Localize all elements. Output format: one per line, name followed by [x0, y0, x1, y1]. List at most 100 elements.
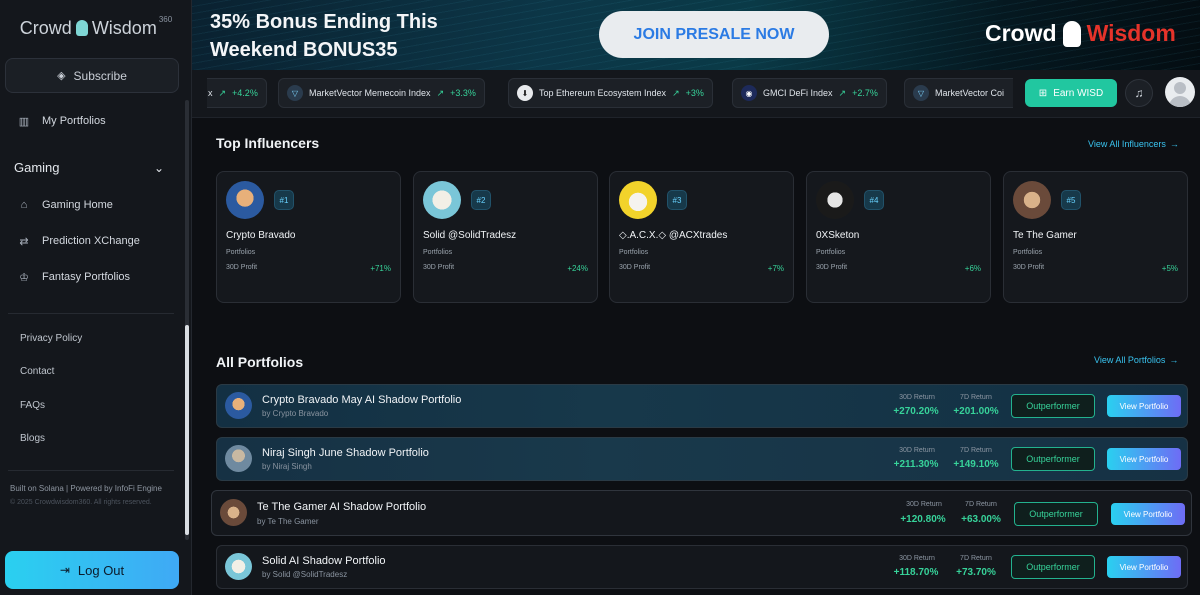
exchange-icon: ⇄ [19, 235, 29, 248]
influencer-sub: Portfolios [619, 249, 649, 256]
logout-button[interactable]: ⇥ Log Out [5, 551, 179, 589]
avatar-head [1174, 82, 1186, 94]
top-influencers-title: Top Influencers [216, 135, 320, 151]
built-on-text: Built on Solana | Powered by InfoFi Engi… [10, 484, 162, 493]
influencer-avatar [423, 181, 461, 219]
view-portfolio-button[interactable]: View Portfolio [1111, 503, 1185, 525]
banner-line1: 35% Bonus Ending This [210, 11, 438, 33]
view-all-influencers-link[interactable]: View All Influencers → [1088, 139, 1179, 149]
logout-label: Log Out [77, 562, 125, 578]
banner-logo: Crowd Wisdom [985, 20, 1176, 47]
bar-chart-icon: ▥ [18, 115, 30, 128]
sidebar-item-gaming-home[interactable]: ⌂ Gaming Home [18, 199, 113, 211]
ticker-item[interactable]: ▽ MarketVector Coi [904, 78, 1013, 108]
user-avatar[interactable] [1165, 77, 1195, 107]
copyright-text: © 2025 Crowdwisdom360. All rights reserv… [10, 499, 152, 506]
section-gaming-toggle[interactable]: Gaming ⌄ [14, 160, 164, 175]
return-7d-value: +149.10% [953, 459, 999, 470]
portfolio-avatar [225, 392, 252, 419]
profit-value: +7% [767, 264, 784, 273]
outperformer-badge: Outperformer [1014, 502, 1098, 526]
portfolio-title: Crypto Bravado May AI Shadow Portfolio [262, 394, 462, 406]
ticker-item[interactable]: x ↗ +4.2% [207, 78, 267, 108]
ticker-name: MarketVector Coi [935, 88, 1005, 98]
outperformer-badge: Outperformer [1011, 447, 1095, 471]
influencer-card[interactable]: #1 Crypto Bravado Portfolios 30D Profit … [216, 171, 401, 303]
portfolio-row[interactable]: Niraj Singh June Shadow Portfolio by Nir… [216, 437, 1188, 481]
sidebar-item-label: Fantasy Portfolios [42, 271, 131, 283]
return-7d-label: 7D Return [960, 394, 992, 401]
brand-text-wisdom: Wisdom [91, 17, 157, 38]
banner-logo-crowd: Crowd [985, 20, 1057, 46]
profit-label: 30D Profit [226, 264, 258, 271]
defi-index-icon: ◉ [741, 85, 757, 101]
index-ticker[interactable]: x ↗ +4.2% ▽ MarketVector Memecoin Index … [207, 78, 1013, 108]
return-7d-label: 7D Return [965, 501, 997, 508]
influencer-avatar [1013, 181, 1051, 219]
influencer-card[interactable]: #2 Solid @SolidTradesz Portfolios 30D Pr… [413, 171, 598, 303]
join-presale-button[interactable]: JOIN PRESALE NOW [599, 11, 829, 58]
brand-logo[interactable]: Crowd Wisdom 360 [0, 0, 192, 56]
view-portfolio-button[interactable]: View Portfolio [1107, 448, 1181, 470]
sidebar-item-my-portfolios[interactable]: ▥ My Portfolios [18, 115, 106, 128]
ticker-item[interactable]: ▽ MarketVector Memecoin Index ↗ +3.3% [278, 78, 485, 108]
sidebar-scrollbar-thumb[interactable] [185, 325, 189, 535]
return-30d-value: +211.30% [893, 459, 939, 470]
profit-label: 30D Profit [619, 264, 651, 271]
view-portfolio-button[interactable]: View Portfolio [1107, 556, 1181, 578]
influencer-avatar [816, 181, 854, 219]
portfolio-author: by Te The Gamer [257, 517, 319, 526]
influencer-sub: Portfolios [816, 249, 846, 256]
blogs-link[interactable]: Blogs [20, 433, 45, 444]
privacy-policy-link[interactable]: Privacy Policy [20, 333, 82, 344]
earn-wisd-button[interactable]: ⊞ Earn WISD [1025, 79, 1117, 107]
return-30d-label: 30D Return [906, 501, 942, 508]
trophy-icon: ♔ [19, 271, 29, 284]
view-all-portfolios-link[interactable]: View All Portfolios → [1094, 355, 1178, 365]
faqs-link[interactable]: FAQs [20, 400, 45, 411]
influencer-card[interactable]: #5 Te The Gamer Portfolios 30D Profit +5… [1003, 171, 1188, 303]
profit-label: 30D Profit [816, 264, 848, 271]
return-7d-value: +73.70% [956, 567, 996, 578]
portfolio-row[interactable]: Crypto Bravado May AI Shadow Portfolio b… [216, 384, 1188, 428]
owl-logo-icon [75, 20, 88, 36]
profit-label: 30D Profit [1013, 264, 1045, 271]
sidebar-item-fantasy-portfolios[interactable]: ♔ Fantasy Portfolios [18, 271, 131, 284]
ticker-item[interactable]: ⬇ Top Ethereum Ecosystem Index ↗ +3% [508, 78, 713, 108]
rank-badge: #5 [1061, 190, 1081, 210]
portfolio-author: by Solid @SolidTradesz [262, 570, 348, 579]
earn-label: Earn WISD [1053, 87, 1104, 99]
sidebar-item-label: My Portfolios [42, 115, 106, 127]
arrow-right-icon: → [1169, 139, 1179, 149]
profit-value: +71% [370, 264, 391, 273]
ticker-change: +3.3% [450, 88, 476, 98]
rank-badge: #3 [667, 190, 687, 210]
subscribe-button[interactable]: ◈ Subscribe [5, 58, 179, 93]
contact-link[interactable]: Contact [20, 366, 54, 377]
trend-up-icon: ↗ [838, 87, 847, 98]
divider [8, 470, 174, 471]
portfolio-avatar [225, 445, 252, 472]
influencer-card[interactable]: #4 0XSketon Portfolios 30D Profit +6% [806, 171, 991, 303]
view-all-label: View All Influencers [1088, 139, 1166, 149]
influencer-avatar [226, 181, 264, 219]
portfolio-row[interactable]: Te The Gamer AI Shadow Portfolio by Te T… [211, 490, 1192, 536]
brand-sup: 360 [158, 14, 173, 24]
banner-logo-wisdom: Wisdom [1086, 20, 1176, 46]
subscribe-label: Subscribe [73, 68, 127, 83]
promo-banner[interactable]: 35% Bonus Ending This Weekend BONUS35 JO… [192, 0, 1200, 70]
bell-icon[interactable]: ♫ [1125, 79, 1153, 107]
sidebar-item-prediction-xchange[interactable]: ⇄ Prediction XChange [18, 235, 139, 248]
layers-icon: ◈ [57, 70, 66, 82]
view-portfolio-button[interactable]: View Portfolio [1107, 395, 1181, 417]
ticker-item[interactable]: ◉ GMCI DeFi Index ↗ +2.7% [732, 78, 887, 108]
top-bar: x ↗ +4.2% ▽ MarketVector Memecoin Index … [192, 70, 1200, 118]
sidebar-item-label: Gaming Home [42, 199, 113, 211]
view-all-label: View All Portfolios [1094, 355, 1166, 365]
influencer-card[interactable]: #3 ◇.A.C.X.◇ @ACXtrades Portfolios 30D P… [609, 171, 794, 303]
marketvector-index-icon: ▽ [913, 85, 929, 101]
portfolio-title: Solid AI Shadow Portfolio [262, 555, 386, 567]
portfolio-row[interactable]: Solid AI Shadow Portfolio by Solid @Soli… [216, 545, 1188, 589]
ticker-change: +3% [685, 88, 704, 98]
trend-up-icon: ↗ [672, 87, 680, 98]
